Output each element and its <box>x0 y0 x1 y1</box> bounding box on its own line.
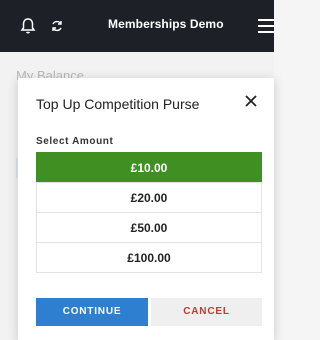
amount-option[interactable]: £100.00 <box>36 242 262 273</box>
menu-icon[interactable] <box>258 19 274 33</box>
app-header: Memberships Demo <box>0 0 274 52</box>
top-up-modal: Top Up Competition Purse Select Amount £… <box>18 78 274 340</box>
amount-option[interactable]: £50.00 <box>36 212 262 243</box>
bell-icon[interactable] <box>18 16 38 36</box>
close-icon[interactable] <box>244 94 258 108</box>
amount-option[interactable]: £10.00 <box>36 152 262 183</box>
modal-title: Top Up Competition Purse <box>36 96 200 112</box>
amount-option[interactable]: £20.00 <box>36 182 262 213</box>
select-amount-label: Select Amount <box>36 136 114 147</box>
cancel-button[interactable]: CANCEL <box>151 298 262 326</box>
sync-icon[interactable] <box>50 19 64 33</box>
continue-button[interactable]: CONTINUE <box>36 298 148 326</box>
amount-list: £10.00 £20.00 £50.00 £100.00 <box>36 152 262 273</box>
app-title: Memberships Demo <box>108 17 224 31</box>
